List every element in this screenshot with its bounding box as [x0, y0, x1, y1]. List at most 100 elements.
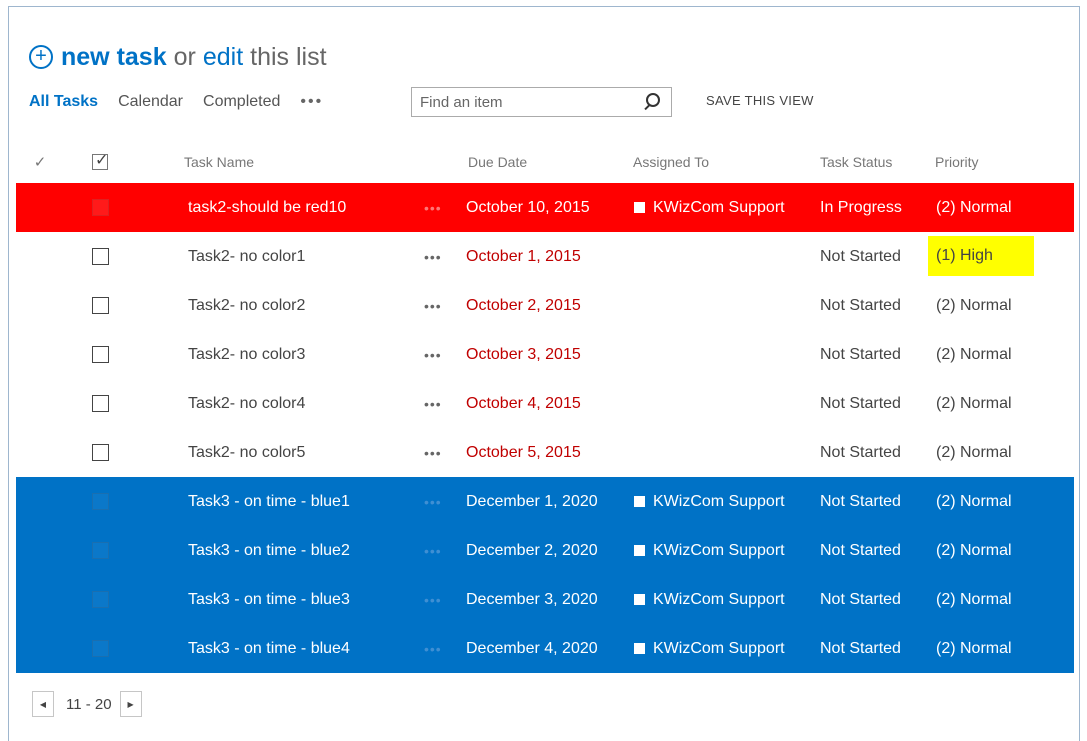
- priority-value: (2) Normal: [936, 541, 1012, 559]
- row-checkbox[interactable]: [91, 640, 109, 657]
- select-all-icon[interactable]: [92, 150, 108, 170]
- due-date-value: October 1, 2015: [466, 247, 581, 265]
- item-menu-ellipsis-icon[interactable]: •••: [424, 330, 442, 379]
- priority-value: (2) Normal: [936, 590, 1012, 608]
- priority-value: (2) Normal: [936, 394, 1012, 412]
- priority-value: (1) High: [928, 236, 1034, 276]
- header-checkmark-cell: ✓: [30, 140, 50, 183]
- table-row[interactable]: Task2- no color3 ••• October 3, 2015 Not…: [16, 330, 1074, 379]
- column-header-priority[interactable]: Priority: [928, 140, 1034, 183]
- table-row[interactable]: Task2- no color2 ••• October 2, 2015 Not…: [16, 281, 1074, 330]
- new-task-link[interactable]: new task: [61, 43, 167, 72]
- column-header-assigned-to[interactable]: Assigned To: [633, 140, 709, 183]
- priority-value: (2) Normal: [936, 198, 1012, 216]
- user-presence-icon: [634, 594, 645, 605]
- table-row[interactable]: Task2- no color4 ••• October 4, 2015 Not…: [16, 379, 1074, 428]
- task-status-value: In Progress: [820, 198, 902, 216]
- assigned-to-value[interactable]: KWizCom Support: [653, 199, 785, 217]
- assigned-to-cell: KWizCom Support: [634, 526, 785, 575]
- row-checkbox[interactable]: [91, 591, 109, 608]
- task-status-value: Not Started: [820, 639, 901, 657]
- view-calendar[interactable]: Calendar: [118, 93, 183, 111]
- table-row[interactable]: Task2- no color1 ••• October 1, 2015 Not…: [16, 232, 1074, 281]
- item-menu-ellipsis-icon[interactable]: •••: [424, 428, 442, 477]
- row-checkbox[interactable]: [91, 248, 109, 265]
- item-menu-ellipsis-icon[interactable]: •••: [424, 575, 442, 624]
- task-status-value: Not Started: [820, 296, 901, 314]
- previous-page-button[interactable]: ◀: [32, 691, 54, 717]
- task-name-link[interactable]: Task2- no color3: [188, 330, 305, 379]
- due-date-value: October 2, 2015: [466, 296, 581, 314]
- edit-list-link[interactable]: edit: [203, 43, 243, 72]
- task-name-link[interactable]: Task3 - on time - blue2: [188, 526, 350, 575]
- table-row[interactable]: task2-should be red10 ••• October 10, 20…: [16, 183, 1074, 232]
- task-status-value: Not Started: [820, 443, 901, 461]
- task-name-link[interactable]: Task3 - on time - blue1: [188, 477, 350, 526]
- table-row[interactable]: Task3 - on time - blue1 ••• December 1, …: [16, 477, 1074, 526]
- column-header-due-date[interactable]: Due Date: [468, 140, 527, 183]
- row-select-cell: [90, 575, 110, 624]
- due-date-value: December 2, 2020: [466, 541, 598, 559]
- row-select-cell: [90, 183, 110, 232]
- table-row[interactable]: Task2- no color5 ••• October 5, 2015 Not…: [16, 428, 1074, 477]
- task-status-value: Not Started: [820, 590, 901, 608]
- row-checkbox[interactable]: [91, 297, 109, 314]
- task-name-link[interactable]: Task2- no color5: [188, 428, 305, 477]
- task-name-link[interactable]: Task2- no color1: [188, 232, 305, 281]
- add-circle-icon[interactable]: +: [29, 45, 53, 69]
- item-menu-ellipsis-icon[interactable]: •••: [424, 526, 442, 575]
- task-name-link[interactable]: task2-should be red10: [188, 183, 346, 232]
- more-views-ellipsis-icon[interactable]: •••: [300, 93, 323, 111]
- row-checkbox[interactable]: [91, 444, 109, 461]
- item-menu-ellipsis-icon[interactable]: •••: [424, 379, 442, 428]
- next-page-button[interactable]: ▶: [119, 691, 142, 717]
- search-input[interactable]: [412, 88, 641, 116]
- assigned-to-value[interactable]: KWizCom Support: [653, 591, 785, 609]
- task-name-link[interactable]: Task3 - on time - blue3: [188, 575, 350, 624]
- view-completed[interactable]: Completed: [203, 93, 280, 111]
- row-checkbox[interactable]: [91, 542, 109, 559]
- item-menu-ellipsis-icon[interactable]: •••: [424, 477, 442, 526]
- task-name-link[interactable]: Task2- no color2: [188, 281, 305, 330]
- row-checkbox[interactable]: [91, 199, 109, 216]
- table-row[interactable]: Task3 - on time - blue3 ••• December 3, …: [16, 575, 1074, 624]
- column-header-task-name[interactable]: Task Name: [184, 140, 254, 183]
- assigned-to-value[interactable]: KWizCom Support: [653, 542, 785, 560]
- assigned-to-value[interactable]: KWizCom Support: [653, 493, 785, 511]
- user-presence-icon: [634, 643, 645, 654]
- row-checkbox[interactable]: [91, 346, 109, 363]
- pager: ◀ 11 - 20 ▶: [32, 690, 142, 718]
- view-all-tasks[interactable]: All Tasks: [29, 93, 98, 111]
- table-row[interactable]: Task3 - on time - blue4 ••• December 4, …: [16, 624, 1074, 673]
- task-status-value: Not Started: [820, 345, 901, 363]
- item-menu-ellipsis-icon[interactable]: •••: [424, 624, 442, 673]
- search-box: [411, 87, 672, 117]
- due-date-value: October 4, 2015: [466, 394, 581, 412]
- row-checkbox[interactable]: [91, 493, 109, 510]
- save-view-button[interactable]: SAVE THIS VIEW: [706, 93, 814, 108]
- task-list-table: ✓ Task Name Due Date Assigned To Task St…: [16, 140, 1074, 673]
- task-status-value: Not Started: [820, 541, 901, 559]
- user-presence-icon: [634, 202, 645, 213]
- assigned-to-value[interactable]: KWizCom Support: [653, 640, 785, 658]
- assigned-to-cell: KWizCom Support: [634, 477, 785, 526]
- search-icon[interactable]: [641, 91, 663, 113]
- column-header-task-status[interactable]: Task Status: [820, 140, 892, 183]
- task-name-link[interactable]: Task2- no color4: [188, 379, 305, 428]
- row-select-cell: [90, 477, 110, 526]
- triangle-left-icon: ◀: [39, 699, 47, 709]
- row-select-cell: [90, 624, 110, 673]
- table-row[interactable]: Task3 - on time - blue2 ••• December 2, …: [16, 526, 1074, 575]
- item-menu-ellipsis-icon[interactable]: •••: [424, 281, 442, 330]
- item-menu-ellipsis-icon[interactable]: •••: [424, 232, 442, 281]
- list-header: + new task or edit this list: [29, 40, 327, 74]
- row-checkbox[interactable]: [91, 395, 109, 412]
- task-name-link[interactable]: Task3 - on time - blue4: [188, 624, 350, 673]
- item-menu-ellipsis-icon[interactable]: •••: [424, 183, 442, 232]
- task-status-value: Not Started: [820, 247, 901, 265]
- task-status-value: Not Started: [820, 492, 901, 510]
- priority-value: (2) Normal: [936, 296, 1012, 314]
- page-range: 11 - 20: [66, 695, 112, 713]
- row-select-cell: [90, 379, 110, 428]
- row-select-cell: [90, 526, 110, 575]
